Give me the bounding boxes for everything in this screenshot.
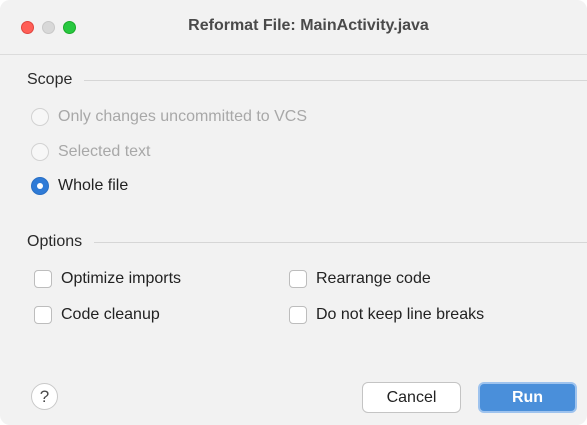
scope-option-label: Whole file <box>58 177 129 194</box>
checkbox-label: Rearrange code <box>316 270 431 287</box>
checkbox-label: Do not keep line breaks <box>316 306 485 323</box>
rearrange-code-checkbox[interactable]: Rearrange code <box>289 270 431 288</box>
reformat-file-dialog: Reformat File: MainActivity.java Scope O… <box>0 0 587 425</box>
run-button[interactable]: Run <box>478 382 577 413</box>
checkbox-icon <box>34 270 52 288</box>
options-section-header: Options <box>27 233 587 251</box>
do-not-keep-line-breaks-checkbox[interactable]: Do not keep line breaks <box>289 306 484 324</box>
scope-option-selected-text[interactable]: Selected text <box>31 143 151 161</box>
help-button[interactable]: ? <box>31 383 58 410</box>
checkbox-icon <box>289 270 307 288</box>
scope-option-label: Selected text <box>58 143 151 160</box>
checkbox-label: Code cleanup <box>61 306 160 323</box>
dialog-title: Reformat File: MainActivity.java <box>188 17 429 34</box>
question-mark-icon: ? <box>39 387 50 406</box>
options-divider <box>94 241 587 243</box>
code-cleanup-checkbox[interactable]: Code cleanup <box>34 306 160 324</box>
checkbox-icon <box>34 306 52 324</box>
radio-icon <box>31 108 49 126</box>
radio-icon <box>31 143 49 161</box>
scope-option-uncommitted[interactable]: Only changes uncommitted to VCS <box>31 108 307 126</box>
scope-section-header: Scope <box>27 71 587 89</box>
scope-header-label: Scope <box>27 71 73 88</box>
cancel-button[interactable]: Cancel <box>362 382 461 413</box>
scope-divider <box>84 79 587 81</box>
checkbox-icon <box>289 306 307 324</box>
title-bar: Reformat File: MainActivity.java <box>0 0 587 55</box>
radio-selected-icon <box>31 177 49 195</box>
options-header-label: Options <box>27 233 83 250</box>
checkbox-label: Optimize imports <box>61 270 182 287</box>
scope-option-label: Only changes uncommitted to VCS <box>58 108 308 125</box>
scope-option-whole-file[interactable]: Whole file <box>31 177 128 195</box>
optimize-imports-checkbox[interactable]: Optimize imports <box>34 270 181 288</box>
